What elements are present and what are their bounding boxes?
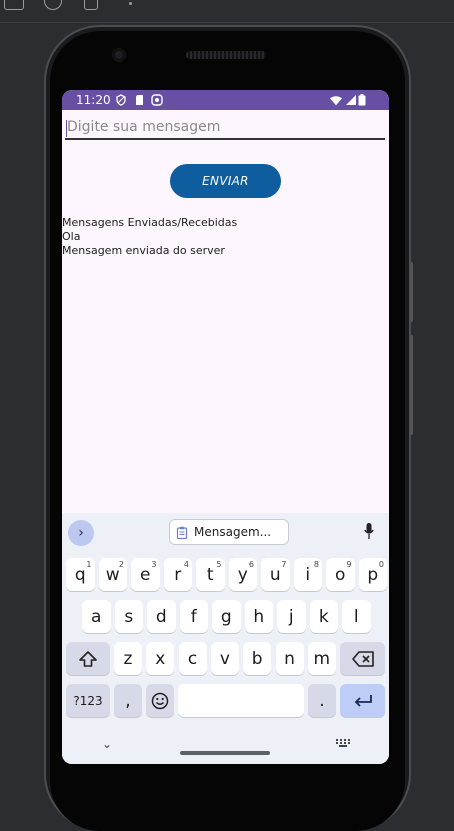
- key-x[interactable]: x: [146, 642, 175, 675]
- key-f[interactable]: f: [179, 600, 208, 633]
- key-a[interactable]: a: [82, 600, 111, 633]
- sd-card-icon: [136, 95, 143, 105]
- space-bar[interactable]: [178, 684, 304, 717]
- key-o[interactable]: o9: [326, 558, 355, 591]
- comma-key[interactable]: ,: [114, 684, 142, 717]
- key-e[interactable]: e3: [131, 558, 160, 591]
- shift-icon: [79, 650, 97, 667]
- camera-tool-icon[interactable]: [4, 0, 24, 10]
- key-p[interactable]: p0: [358, 558, 387, 591]
- key-n[interactable]: n: [275, 642, 304, 675]
- enter-icon: [354, 694, 372, 707]
- key-i[interactable]: i8: [293, 558, 322, 591]
- key-u[interactable]: u7: [261, 558, 290, 591]
- microphone-icon[interactable]: [364, 523, 374, 539]
- notification-icon: [151, 94, 163, 106]
- enter-key[interactable]: [340, 684, 385, 717]
- wifi-icon: [330, 96, 342, 106]
- shield-icon: [116, 94, 126, 106]
- key-d[interactable]: d: [147, 600, 176, 633]
- key-w[interactable]: w2: [98, 558, 127, 591]
- clipboard-suggestion[interactable]: Mensagem...: [169, 519, 289, 545]
- status-time: 11:20: [76, 93, 111, 107]
- device-screen: 11:20 ENVIAR Mensagens Enviadas/Recebida…: [62, 90, 389, 764]
- key-v[interactable]: v: [210, 642, 239, 675]
- messages-header: Mensagens Enviadas/Recebidas: [62, 216, 238, 229]
- battery-icon: [358, 94, 366, 106]
- backspace-key[interactable]: [340, 642, 385, 675]
- signal-icon: [346, 95, 356, 105]
- clipboard-icon: [176, 526, 188, 539]
- key-j[interactable]: j: [277, 600, 306, 633]
- emoji-icon: [151, 692, 169, 709]
- key-c[interactable]: c: [178, 642, 207, 675]
- period-key[interactable]: .: [308, 684, 336, 717]
- key-y[interactable]: y6: [228, 558, 257, 591]
- emoji-key[interactable]: [146, 684, 174, 717]
- key-g[interactable]: g: [212, 600, 241, 633]
- key-t[interactable]: t5: [196, 558, 225, 591]
- emulator-toolbar: [0, 0, 454, 23]
- key-k[interactable]: k: [309, 600, 338, 633]
- text-cursor: [66, 120, 67, 137]
- status-bar: 11:20: [62, 90, 389, 110]
- message-line: Mensagem enviada do server: [62, 244, 225, 257]
- key-m[interactable]: m: [307, 642, 336, 675]
- message-line: Ola: [62, 230, 81, 243]
- backspace-icon: [351, 650, 374, 667]
- earpiece-speaker: [186, 51, 266, 59]
- key-h[interactable]: h: [244, 600, 273, 633]
- soft-keyboard: › Mensagem... ?123 , . ⌄ q1w2e3r4t5y6u7i…: [62, 513, 389, 764]
- chevron-right-icon[interactable]: ›: [68, 520, 94, 546]
- front-camera-icon: [112, 48, 126, 62]
- symbols-key[interactable]: ?123: [66, 684, 110, 717]
- send-button[interactable]: ENVIAR: [170, 164, 281, 198]
- shift-key[interactable]: [66, 642, 110, 675]
- rotate-tool-icon[interactable]: [84, 0, 98, 10]
- hide-keyboard-icon[interactable]: ⌄: [102, 737, 112, 751]
- clipboard-suggestion-text: Mensagem...: [194, 525, 272, 539]
- key-z[interactable]: z: [114, 642, 142, 675]
- key-q[interactable]: q1: [66, 558, 95, 591]
- keyboard-switch-icon[interactable]: [336, 739, 350, 747]
- key-b[interactable]: b: [243, 642, 272, 675]
- key-s[interactable]: s: [114, 600, 143, 633]
- message-input[interactable]: [65, 118, 385, 140]
- key-l[interactable]: l: [342, 600, 371, 633]
- more-tool-icon[interactable]: [129, 2, 132, 5]
- gesture-nav-bar[interactable]: [180, 751, 270, 755]
- volume-button: [410, 262, 413, 322]
- power-tool-icon[interactable]: [44, 0, 62, 10]
- key-r[interactable]: r4: [163, 558, 192, 591]
- power-button: [410, 335, 413, 435]
